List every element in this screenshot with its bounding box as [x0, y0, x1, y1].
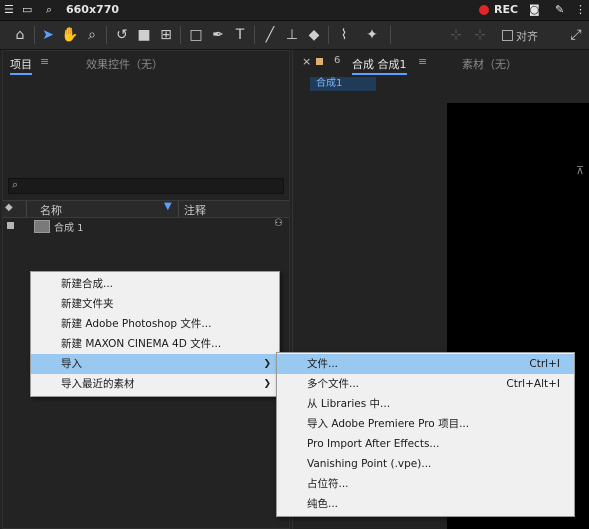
brush-tool-icon[interactable]: ╱	[260, 25, 280, 45]
menu-icon[interactable]: ☰	[4, 3, 14, 16]
lock-icon[interactable]: 6	[334, 55, 340, 66]
panel-menu-icon[interactable]: ≡	[418, 55, 427, 68]
column-comment[interactable]: 注释	[184, 202, 206, 218]
submenu-item-placeholder[interactable]: 占位符...	[277, 474, 574, 494]
menu-item-label: 多个文件...	[307, 378, 360, 390]
camera-tool-icon[interactable]: ■	[134, 25, 154, 45]
pen-icon[interactable]: ✎	[555, 3, 564, 16]
menu-item-import-recent[interactable]: 导入最近的素材 ❯	[31, 374, 279, 394]
window-icon[interactable]: ▭	[22, 3, 32, 16]
hand-tool-icon[interactable]: ✋	[60, 25, 80, 45]
menu-item-label: 占位符...	[307, 478, 349, 490]
selection-tool-icon[interactable]: ➤	[38, 25, 58, 45]
chevron-right-icon: ❯	[263, 359, 271, 369]
tab-effects-controls[interactable]: 效果控件（无）	[86, 56, 163, 72]
record-dot-icon	[479, 5, 489, 15]
menu-item-label: 新建 MAXON CINEMA 4D 文件...	[61, 338, 222, 350]
project-item-name: 合成 1	[54, 223, 84, 234]
menu-item-label: Pro Import After Effects...	[307, 438, 440, 450]
submenu-item-vanishing-point[interactable]: Vanishing Point (.vpe)...	[277, 454, 574, 474]
puppet-tool-icon[interactable]: ✦	[362, 25, 382, 45]
zoom-tool-icon[interactable]: ⌕	[82, 25, 102, 45]
import-submenu: 文件... Ctrl+I 多个文件... Ctrl+Alt+I 从 Librar…	[276, 352, 575, 517]
menu-item-label: 导入	[61, 358, 82, 370]
shortcut-label: Ctrl+Alt+I	[506, 378, 560, 390]
project-context-menu: 新建合成... 新建文件夹 新建 Adobe Photoshop 文件... 新…	[30, 271, 280, 397]
submenu-item-file[interactable]: 文件... Ctrl+I	[277, 354, 574, 374]
column-name[interactable]: 名称	[40, 202, 62, 218]
menu-item-label: 文件...	[307, 358, 339, 370]
menu-item-new-cinema4d-file[interactable]: 新建 MAXON CINEMA 4D 文件...	[31, 334, 279, 354]
shortcut-label: Ctrl+I	[529, 358, 560, 370]
scroll-arrow-icon[interactable]: ⊼	[576, 164, 584, 177]
menu-item-new-folder[interactable]: 新建文件夹	[31, 294, 279, 314]
submenu-item-multiple-files[interactable]: 多个文件... Ctrl+Alt+I	[277, 374, 574, 394]
search-icon[interactable]: ⌕	[46, 3, 52, 17]
menu-item-import[interactable]: 导入 ❯	[31, 354, 279, 374]
pan-behind-tool-icon[interactable]: ⊞	[156, 25, 176, 45]
sort-arrow-icon[interactable]: ▼	[164, 201, 172, 212]
recorder-bar: ☰ ▭ ⌕ 660x770 REC ◙ ✎ ⋮	[0, 0, 589, 21]
menu-item-label: 从 Libraries 中...	[307, 398, 391, 410]
rec-button[interactable]: REC	[494, 3, 518, 16]
chevron-right-icon: ❯	[263, 379, 271, 389]
tab-footage[interactable]: 素材（无）	[462, 56, 517, 72]
home-icon[interactable]: ⌂	[10, 25, 30, 45]
world-axis-icon[interactable]: ⊹	[470, 25, 490, 45]
axis-mode-icon[interactable]: ⊹	[446, 25, 466, 45]
project-row-comp1[interactable]: 合成 1 ⚇	[2, 218, 290, 234]
tools-toolbar: ⌂ ➤ ✋ ⌕ ↺ ■ ⊞ □ ✒ T ╱ ⊥ ◆ ⌇ ✦ ⊹ ⊹ 对齐 ⤢	[0, 21, 589, 50]
composition-icon	[34, 220, 50, 233]
label-color-icon[interactable]	[7, 222, 14, 229]
snap-checkbox[interactable]	[502, 30, 513, 41]
more-icon[interactable]: ⋮	[575, 3, 586, 16]
comp-color-icon	[316, 58, 323, 65]
type-tool-icon[interactable]: T	[230, 25, 250, 45]
submenu-item-pro-import[interactable]: Pro Import After Effects...	[277, 434, 574, 454]
menu-item-label: 新建文件夹	[61, 298, 114, 310]
tab-composition[interactable]: 合成 合成1	[352, 56, 407, 75]
rectangle-tool-icon[interactable]: □	[186, 25, 206, 45]
menu-item-new-composition[interactable]: 新建合成...	[31, 274, 279, 294]
eraser-tool-icon[interactable]: ◆	[304, 25, 324, 45]
menu-item-label: 纯色...	[307, 498, 339, 510]
submenu-item-import-premiere-project[interactable]: 导入 Adobe Premiere Pro 项目...	[277, 414, 574, 434]
panel-menu-icon[interactable]: ≡	[40, 55, 49, 68]
rotate-tool-icon[interactable]: ↺	[112, 25, 132, 45]
menu-item-label: Vanishing Point (.vpe)...	[307, 458, 432, 470]
label-tag-icon: ◆	[5, 202, 13, 213]
close-icon[interactable]: ×	[302, 55, 311, 68]
comp-navigator-chip[interactable]: 合成1	[310, 77, 376, 91]
flowchart-icon[interactable]: ⚇	[274, 218, 283, 229]
roto-brush-tool-icon[interactable]: ⌇	[334, 25, 354, 45]
tab-project[interactable]: 项目	[10, 56, 32, 75]
search-icon: ⌕	[12, 178, 19, 191]
menu-item-label: 新建 Adobe Photoshop 文件...	[61, 318, 212, 330]
project-search-input[interactable]: ⌕	[8, 178, 284, 194]
pen-tool-icon[interactable]: ✒	[208, 25, 228, 45]
menu-item-label: 导入 Adobe Premiere Pro 项目...	[307, 418, 470, 430]
snap-label: 对齐	[516, 30, 538, 43]
menu-item-label: 导入最近的素材	[61, 378, 135, 390]
menu-item-new-photoshop-file[interactable]: 新建 Adobe Photoshop 文件...	[31, 314, 279, 334]
submenu-item-solid[interactable]: 纯色...	[277, 494, 574, 514]
clone-stamp-tool-icon[interactable]: ⊥	[282, 25, 302, 45]
project-column-header: ◆ 名称 ▼ 注释	[2, 200, 290, 218]
camera-icon[interactable]: ◙	[529, 3, 540, 16]
capture-size-label: 660x770	[66, 3, 120, 16]
submenu-item-from-libraries[interactable]: 从 Libraries 中...	[277, 394, 574, 414]
menu-item-label: 新建合成...	[61, 278, 114, 290]
expand-icon[interactable]: ⤢	[566, 25, 586, 45]
